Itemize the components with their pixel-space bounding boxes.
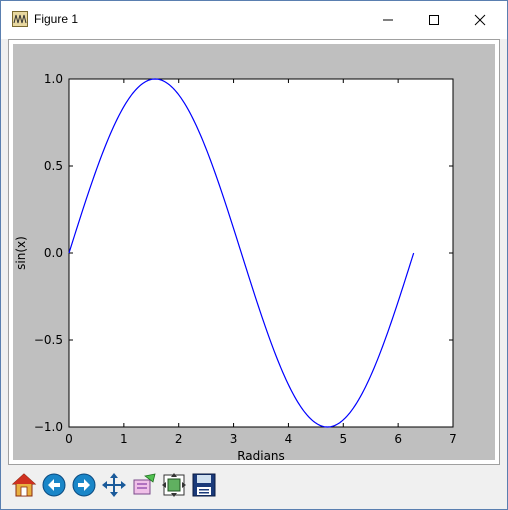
y-tick-label: −0.5 (34, 333, 63, 347)
configure-subplots-button[interactable] (160, 471, 188, 499)
navigation-toolbar (8, 467, 500, 503)
zoom-rect-icon (133, 473, 156, 495)
axes-area (68, 78, 454, 428)
forward-button[interactable] (70, 471, 98, 499)
pan-button[interactable] (100, 471, 128, 499)
title-bar[interactable]: Figure 1 (1, 1, 507, 39)
y-tick-label: −1.0 (34, 420, 63, 434)
figure-canvas[interactable]: 0 1 2 3 4 5 6 7 −1.0 −0.5 0.0 0.5 1.0 Radians sin(x) (8, 39, 500, 465)
x-tick-label: 1 (120, 432, 128, 446)
x-tick-label: 7 (449, 432, 457, 446)
matplotlib-app-icon (12, 11, 28, 27)
minimize-button[interactable] (365, 1, 411, 39)
y-tick-label: 0.5 (44, 159, 63, 173)
x-axis-label: Radians (237, 449, 285, 460)
y-tick-label: 0.0 (44, 246, 63, 260)
minimize-icon (383, 19, 393, 21)
save-button[interactable] (190, 471, 218, 499)
maximize-button[interactable] (411, 1, 457, 39)
figure-background: 0 1 2 3 4 5 6 7 −1.0 −0.5 0.0 0.5 1.0 Radians sin(x) (13, 44, 495, 460)
x-tick-label: 6 (394, 432, 402, 446)
figure-window: Figure 1 0 1 2 3 4 5 6 7 −1.0 −0.5 0.0 0.5 1.0 Rad (0, 0, 508, 510)
window-title: Figure 1 (34, 12, 79, 26)
close-icon (474, 14, 486, 26)
home-icon (11, 473, 37, 497)
save-icon (192, 473, 216, 497)
sine-plot: 0 1 2 3 4 5 6 7 −1.0 −0.5 0.0 0.5 1.0 Radians sin(x) (14, 72, 457, 460)
back-arrow-icon (42, 473, 66, 497)
x-tick-label: 2 (175, 432, 183, 446)
home-button[interactable] (10, 471, 38, 499)
pan-icon (102, 473, 126, 497)
x-tick-label: 4 (285, 432, 293, 446)
x-tick-label: 3 (230, 432, 238, 446)
y-tick-label: 1.0 (44, 72, 63, 86)
forward-arrow-icon (72, 473, 96, 497)
close-button[interactable] (457, 1, 503, 39)
x-tick-label: 5 (339, 432, 347, 446)
maximize-icon (429, 15, 439, 25)
configure-subplots-icon (162, 473, 186, 497)
zoom-button[interactable] (130, 471, 158, 499)
y-axis-label: sin(x) (14, 236, 28, 270)
back-button[interactable] (40, 471, 68, 499)
x-tick-label: 0 (65, 432, 73, 446)
